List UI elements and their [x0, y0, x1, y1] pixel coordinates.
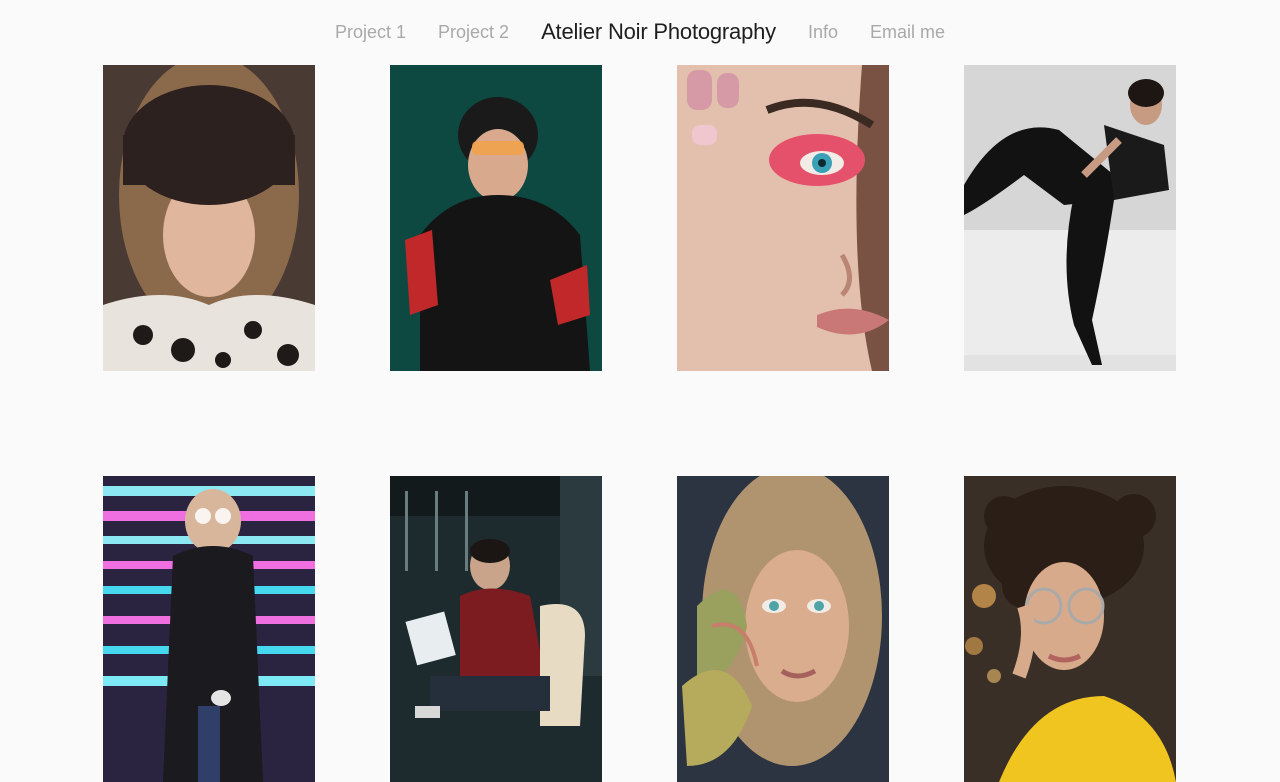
gallery-photo-man-newspaper[interactable] [390, 476, 602, 782]
photo-image [103, 65, 315, 371]
gallery-photo-makeup-closeup[interactable] [677, 65, 889, 371]
site-title[interactable]: Atelier Noir Photography [541, 19, 776, 45]
photo-image [677, 476, 889, 782]
nav-link-email[interactable]: Email me [870, 22, 945, 43]
gallery-photo-curly-hair-yellow[interactable] [964, 476, 1176, 782]
photo-image [390, 65, 602, 371]
gallery-photo-green-backdrop-portrait[interactable] [390, 65, 602, 371]
gallery-photo-neon-stairs[interactable] [103, 476, 315, 782]
gallery-photo-fur-hat-portrait[interactable] [103, 65, 315, 371]
gallery-photo-flower-portrait[interactable] [677, 476, 889, 782]
top-navigation: Project 1 Project 2 Atelier Noir Photogr… [0, 0, 1280, 64]
photo-image [103, 476, 315, 782]
nav-link-info[interactable]: Info [808, 22, 838, 43]
photo-image [390, 476, 602, 782]
photo-image [677, 65, 889, 371]
nav-link-project-2[interactable]: Project 2 [438, 22, 509, 43]
nav-link-project-1[interactable]: Project 1 [335, 22, 406, 43]
photo-image [964, 476, 1176, 782]
gallery-photo-stockings-pose[interactable] [964, 65, 1176, 371]
photo-image [964, 65, 1176, 371]
